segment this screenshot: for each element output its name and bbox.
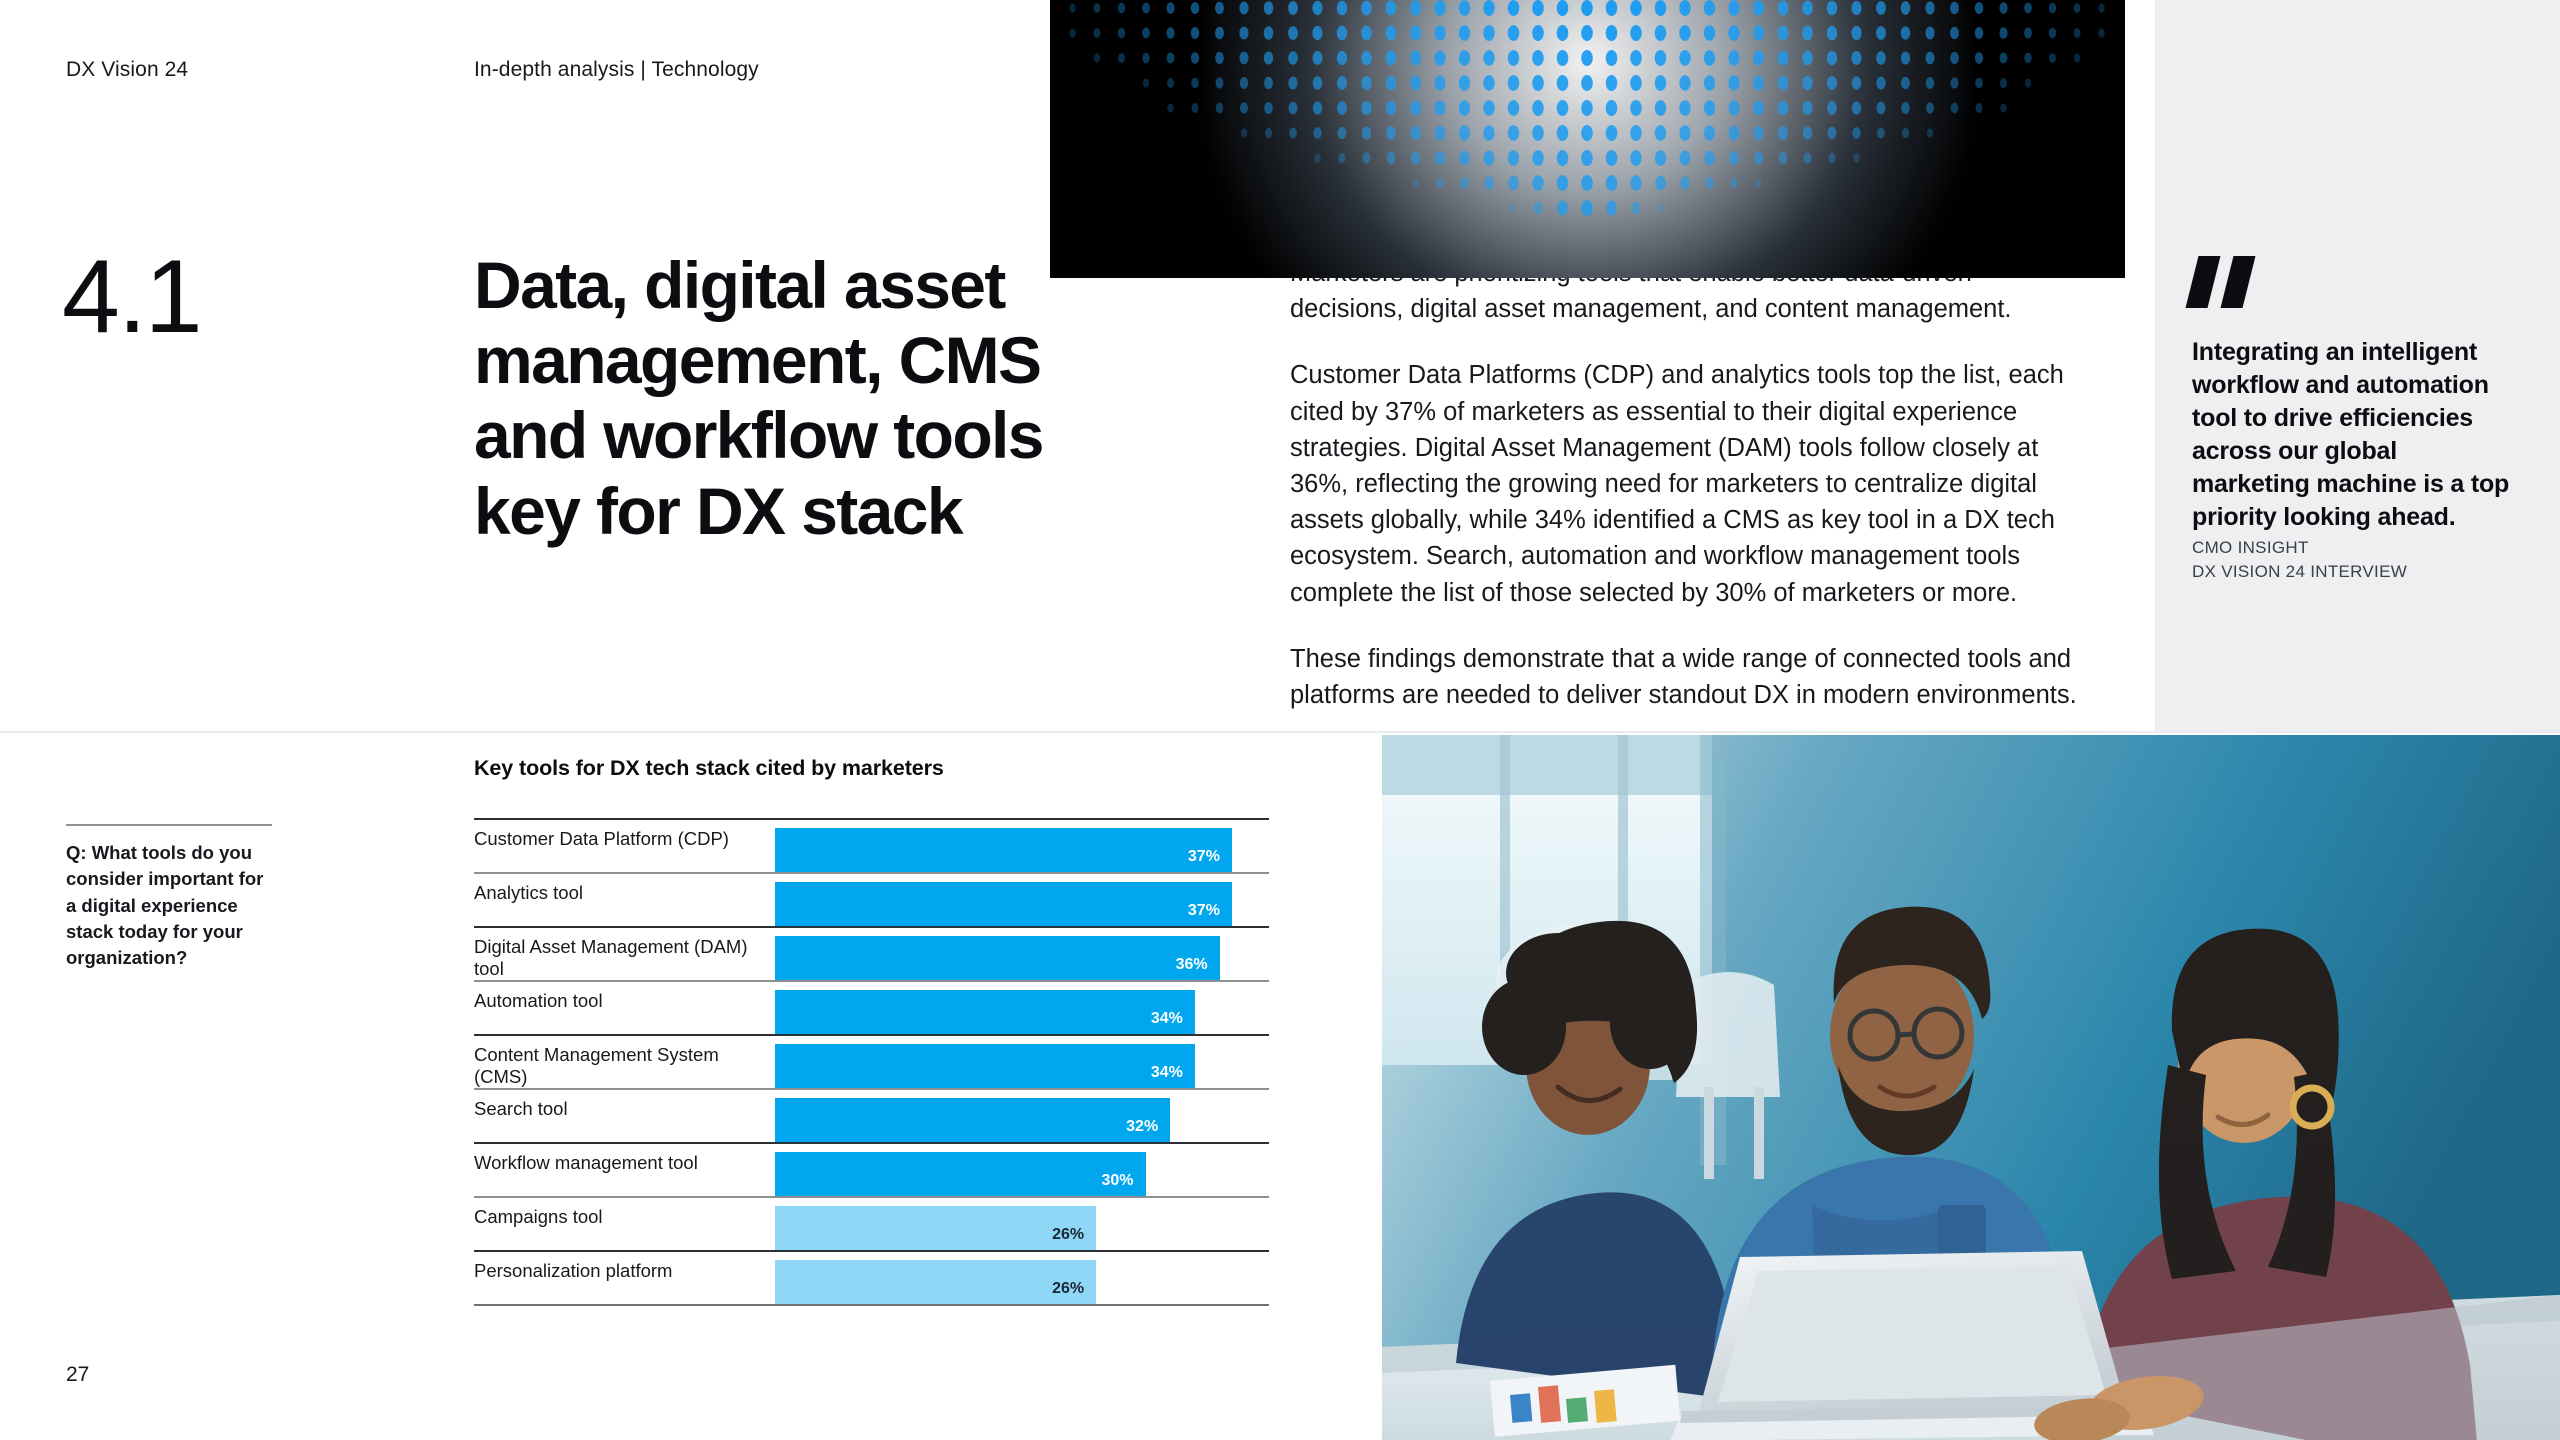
quote-panel: Integrating an intelligent workflow and … (2155, 0, 2560, 731)
team-photo (1382, 735, 2560, 1440)
question-rule (66, 824, 272, 826)
chart-row: Analytics tool 37% (474, 872, 1269, 926)
chart-category-label: Personalization platform (474, 1260, 673, 1281)
page-number: 27 (66, 1363, 90, 1386)
chart-row: Personalization platform 26% (474, 1250, 1269, 1304)
chart-value-label: 26% (1052, 1226, 1085, 1243)
chart-row-rule (474, 1142, 1269, 1144)
chart-category-label: Customer Data Platform (CDP) (474, 828, 729, 849)
runhead-right: In-depth analysis | Technology (474, 58, 759, 81)
chart-row-rule (474, 1034, 1269, 1036)
quote-attribution-line1: CMO INSIGHT (2192, 538, 2309, 557)
chart-row-rule (474, 926, 1269, 928)
chart-row: Digital Asset Management (DAM) tool 36% (474, 926, 1269, 980)
chart-title: Key tools for DX tech stack cited by mar… (474, 756, 944, 780)
quote-attribution-line2: DX VISION 24 INTERVIEW (2192, 562, 2408, 582)
chart-value-label: 37% (1187, 902, 1220, 919)
chart-bar: 34% (775, 1044, 1195, 1088)
chart-bar: 37% (775, 882, 1232, 926)
page-title: Data, digital asset management, CMS and … (474, 248, 1044, 548)
chart-bar: 26% (775, 1206, 1097, 1250)
chart-category-label: Search tool (474, 1098, 568, 1119)
chart-category-label: Content Management System (CMS) (474, 1044, 719, 1088)
chart-category-label: Campaigns tool (474, 1206, 603, 1227)
chart-row: Automation tool 34% (474, 980, 1269, 1034)
chart-row-rule (474, 1088, 1269, 1090)
dot-matrix-icon (1069, 0, 2105, 216)
chart-value-label: 37% (1187, 848, 1220, 865)
chart-baseline-rule (474, 1304, 1269, 1306)
body-paragraph: Customer Data Platforms (CDP) and analyt… (1290, 361, 2064, 607)
bar-chart: Customer Data Platform (CDP) 37% Analytics… (474, 818, 1269, 1306)
chart-value-label: 26% (1052, 1280, 1085, 1297)
chart-bar: 32% (775, 1098, 1171, 1142)
chart-baseline (474, 1304, 1269, 1306)
chart-row-rule (474, 1196, 1269, 1198)
chart-value-label: 34% (1150, 1010, 1183, 1027)
chart-row: Campaigns tool 26% (474, 1196, 1269, 1250)
quote-mark-icon (2185, 256, 2262, 308)
chart-bar: 34% (775, 990, 1195, 1034)
chart-bar: 36% (775, 936, 1220, 980)
chart-row: Customer Data Platform (CDP) 37% (474, 818, 1269, 872)
chart-row: Content Management System (CMS) 34% (474, 1034, 1269, 1088)
chart-category-label: Workflow management tool (474, 1152, 698, 1173)
hero-graphic-panel (1050, 0, 2125, 278)
chart-bar: 37% (775, 828, 1232, 872)
photo-illustration (1382, 735, 2560, 1440)
chart-bar: 30% (775, 1152, 1146, 1196)
chart-category-label: Automation tool (474, 990, 603, 1011)
chart-value-label: 30% (1101, 1172, 1134, 1189)
quote-text: Integrating an intelligent workflow and … (2192, 338, 2510, 531)
section-number: 4.1 (62, 239, 203, 355)
runhead-left: DX Vision 24 (66, 58, 189, 81)
survey-question: Q: What tools do you consider important … (66, 842, 264, 969)
chart-value-label: 32% (1126, 1118, 1159, 1135)
quote-attribution: CMO INSIGHT DX VISION 24 INTERVIEW (2192, 536, 2522, 584)
chart-row: Search tool 32% (474, 1088, 1269, 1142)
body-paragraph: These findings demonstrate that a wide r… (1290, 644, 2077, 710)
chart-category-label: Analytics tool (474, 882, 583, 903)
body-copy: Marketers are prioritizing tools that en… (1290, 255, 2080, 743)
chart-row: Workflow management tool 30% (474, 1142, 1269, 1196)
chart-bar: 26% (775, 1260, 1097, 1304)
chart-category-label: Digital Asset Management (DAM) tool (474, 936, 748, 980)
section-divider (0, 731, 2560, 733)
chart-value-label: 34% (1150, 1064, 1183, 1081)
chart-row-rule (474, 818, 1269, 820)
chart-row-rule (474, 1250, 1269, 1252)
chart-row-rule (474, 980, 1269, 982)
chart-value-label: 36% (1175, 956, 1208, 973)
chart-row-rule (474, 872, 1269, 874)
